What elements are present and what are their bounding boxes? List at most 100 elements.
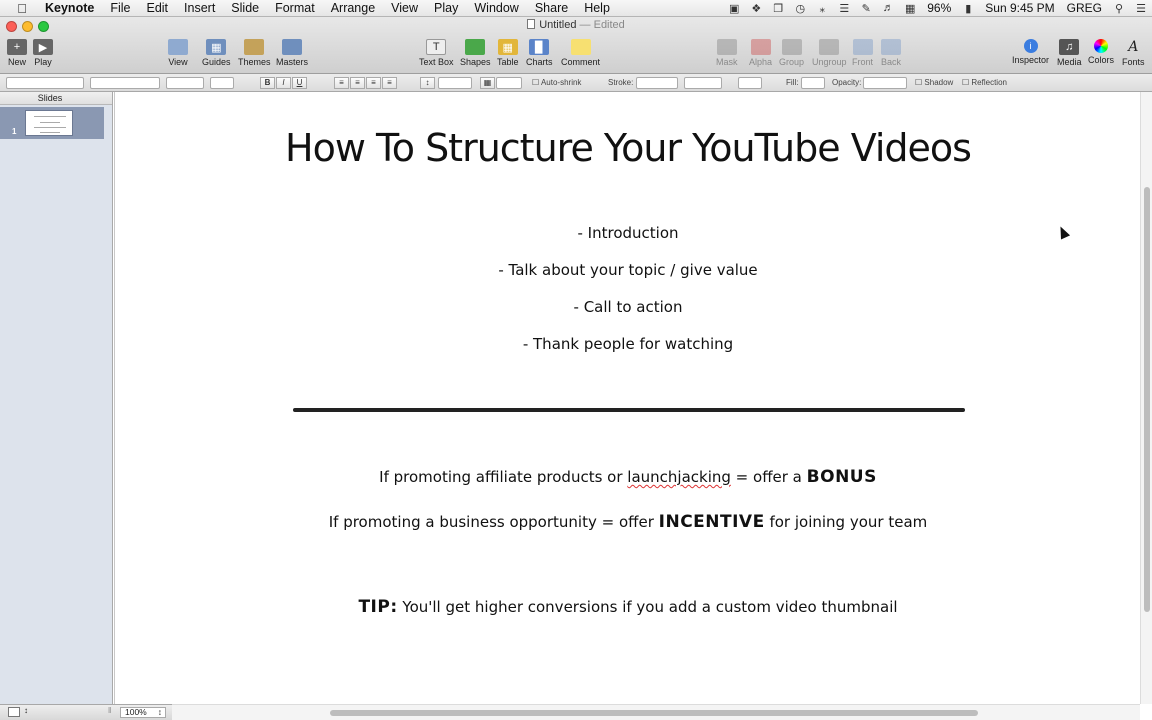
bold-button[interactable]: B bbox=[260, 77, 275, 89]
stroke-color-well[interactable] bbox=[738, 77, 762, 89]
text-box-button[interactable]: T Text Box bbox=[419, 39, 454, 67]
front-button[interactable]: Front bbox=[852, 39, 873, 67]
align-left-button[interactable]: ≡ bbox=[334, 77, 349, 89]
paragraph-style-select[interactable] bbox=[6, 77, 84, 89]
media-label: Media bbox=[1057, 57, 1082, 67]
tip-text[interactable]: TIP: You'll get higher conversions if yo… bbox=[115, 597, 1141, 617]
themes-button[interactable]: Themes bbox=[238, 39, 271, 67]
business-promo-text[interactable]: If promoting a business opportunity = of… bbox=[115, 512, 1141, 532]
table-button[interactable]: ▦ Table bbox=[497, 39, 519, 67]
info-icon: i bbox=[1023, 39, 1038, 53]
shapes-button[interactable]: Shapes bbox=[460, 39, 491, 67]
auto-shrink-checkbox[interactable]: ☐ Auto-shrink bbox=[532, 77, 581, 89]
new-slide-button[interactable]: + New bbox=[7, 39, 27, 67]
time-machine-icon[interactable]: ◷ bbox=[789, 2, 811, 15]
align-right-button[interactable]: ≡ bbox=[366, 77, 381, 89]
display-icon[interactable]: ▦ bbox=[899, 2, 921, 15]
columns-button[interactable]: ▦ bbox=[480, 77, 495, 89]
stroke-style-select[interactable] bbox=[636, 77, 678, 89]
stroke-width-select[interactable] bbox=[684, 77, 722, 89]
bullet-introduction[interactable]: - Introduction bbox=[115, 224, 1141, 242]
charts-button[interactable]: ▉ Charts bbox=[526, 39, 553, 67]
bullet-call-to-action[interactable]: - Call to action bbox=[115, 298, 1141, 316]
clock[interactable]: Sun 9:45 PM bbox=[979, 1, 1060, 15]
align-justify-button[interactable]: ≡ bbox=[382, 77, 397, 89]
mask-button[interactable]: Mask bbox=[716, 39, 738, 67]
line-spacing-select[interactable] bbox=[438, 77, 472, 89]
menu-format[interactable]: Format bbox=[267, 0, 323, 17]
play-button[interactable]: ▶ Play bbox=[33, 39, 53, 67]
divider-line[interactable] bbox=[293, 408, 965, 412]
dropbox-icon[interactable]: ❖ bbox=[745, 2, 767, 15]
menu-insert[interactable]: Insert bbox=[176, 0, 223, 17]
opacity-field[interactable] bbox=[863, 77, 907, 89]
group-button[interactable]: Group bbox=[779, 39, 804, 67]
menu-app-keynote[interactable]: Keynote bbox=[43, 0, 102, 17]
font-size-select[interactable] bbox=[166, 77, 204, 89]
fill-color-well[interactable] bbox=[801, 77, 825, 89]
menu-file[interactable]: File bbox=[102, 0, 138, 17]
spotlight-search-icon[interactable]: ⚲ bbox=[1108, 2, 1130, 15]
alpha-label: Alpha bbox=[749, 57, 773, 67]
underline-button[interactable]: U bbox=[292, 77, 307, 89]
slide-thumbnail-row[interactable]: 1 bbox=[0, 107, 104, 139]
affiliate-promo-text[interactable]: If promoting affiliate products or launc… bbox=[115, 467, 1141, 487]
menu-help[interactable]: Help bbox=[576, 0, 618, 17]
columns-select[interactable] bbox=[496, 77, 522, 89]
view-button[interactable]: View bbox=[168, 39, 188, 67]
color-wheel-icon bbox=[1094, 39, 1108, 53]
apple-menu-icon[interactable]:  bbox=[14, 1, 30, 16]
view-mode-icon[interactable] bbox=[8, 707, 20, 717]
ungroup-button[interactable]: Ungroup bbox=[812, 39, 847, 67]
bullet-talk-about-topic[interactable]: - Talk about your topic / give value bbox=[115, 261, 1141, 279]
inspector-button[interactable]: i Inspector bbox=[1012, 39, 1049, 65]
horizontal-scroll-thumb[interactable] bbox=[330, 710, 978, 716]
notification-center-icon[interactable]: ☰ bbox=[1130, 2, 1152, 15]
camera-icon[interactable]: ▣ bbox=[723, 2, 745, 15]
menu-slide[interactable]: Slide bbox=[223, 0, 267, 17]
volume-icon[interactable]: ♬ bbox=[877, 2, 899, 14]
align-center-button[interactable]: ≡ bbox=[350, 77, 365, 89]
alpha-button[interactable]: Alpha bbox=[749, 39, 772, 67]
view-mode-chevron-icon[interactable]: ↕ bbox=[24, 706, 28, 715]
slide-thumbnail[interactable] bbox=[25, 110, 73, 136]
menu-view[interactable]: View bbox=[383, 0, 426, 17]
menu-arrange[interactable]: Arrange bbox=[323, 0, 383, 17]
shadow-checkbox[interactable]: ☐ Shadow bbox=[915, 77, 953, 89]
wifi-icon[interactable]: ☰ bbox=[833, 2, 855, 15]
user-name[interactable]: GREG bbox=[1061, 1, 1108, 15]
line-spacing-button[interactable]: ↕ bbox=[420, 77, 435, 89]
zoom-select[interactable]: 100% ↕ bbox=[120, 707, 166, 718]
menu-window[interactable]: Window bbox=[466, 0, 526, 17]
italic-button[interactable]: I bbox=[276, 77, 291, 89]
reflection-checkbox[interactable]: ☐ Reflection bbox=[962, 77, 1007, 89]
battery-icon[interactable]: ▮ bbox=[957, 2, 979, 15]
slide-title[interactable]: How To Structure Your YouTube Videos bbox=[115, 126, 1141, 170]
sidebar-resize-handle-icon[interactable]: ‖ bbox=[108, 706, 111, 715]
font-family-select[interactable] bbox=[90, 77, 160, 89]
colors-button[interactable]: Colors bbox=[1088, 39, 1114, 65]
slide-canvas[interactable]: How To Structure Your YouTube Videos - I… bbox=[114, 92, 1140, 704]
comment-button[interactable]: Comment bbox=[561, 39, 600, 67]
guides-button[interactable]: ▦ Guides bbox=[202, 39, 231, 67]
copy-icon[interactable]: ❐ bbox=[767, 2, 789, 15]
menu-play[interactable]: Play bbox=[426, 0, 466, 17]
back-button[interactable]: Back bbox=[881, 39, 901, 67]
bluetooth-icon[interactable]: ⁎ bbox=[811, 2, 833, 15]
vertical-scrollbar[interactable] bbox=[1140, 92, 1152, 704]
text-color-well[interactable] bbox=[210, 77, 234, 89]
view-label: View bbox=[168, 57, 188, 67]
vertical-scroll-thumb[interactable] bbox=[1144, 187, 1150, 612]
reflection-label: Reflection bbox=[971, 78, 1007, 87]
pen-icon[interactable]: ✎ bbox=[855, 2, 877, 15]
menu-edit[interactable]: Edit bbox=[138, 0, 176, 17]
media-button[interactable]: ♫ Media bbox=[1057, 39, 1082, 67]
masters-button[interactable]: Masters bbox=[276, 39, 308, 67]
opacity-label: Opacity: bbox=[832, 78, 862, 87]
horizontal-scrollbar[interactable] bbox=[172, 704, 1140, 720]
bullet-thank-people[interactable]: - Thank people for watching bbox=[115, 335, 1141, 353]
fonts-button[interactable]: A Fonts bbox=[1122, 39, 1145, 67]
battery-percent[interactable]: 96% bbox=[921, 1, 957, 15]
menu-share[interactable]: Share bbox=[527, 0, 576, 17]
zoom-chevron-icon: ↕ bbox=[157, 707, 162, 717]
